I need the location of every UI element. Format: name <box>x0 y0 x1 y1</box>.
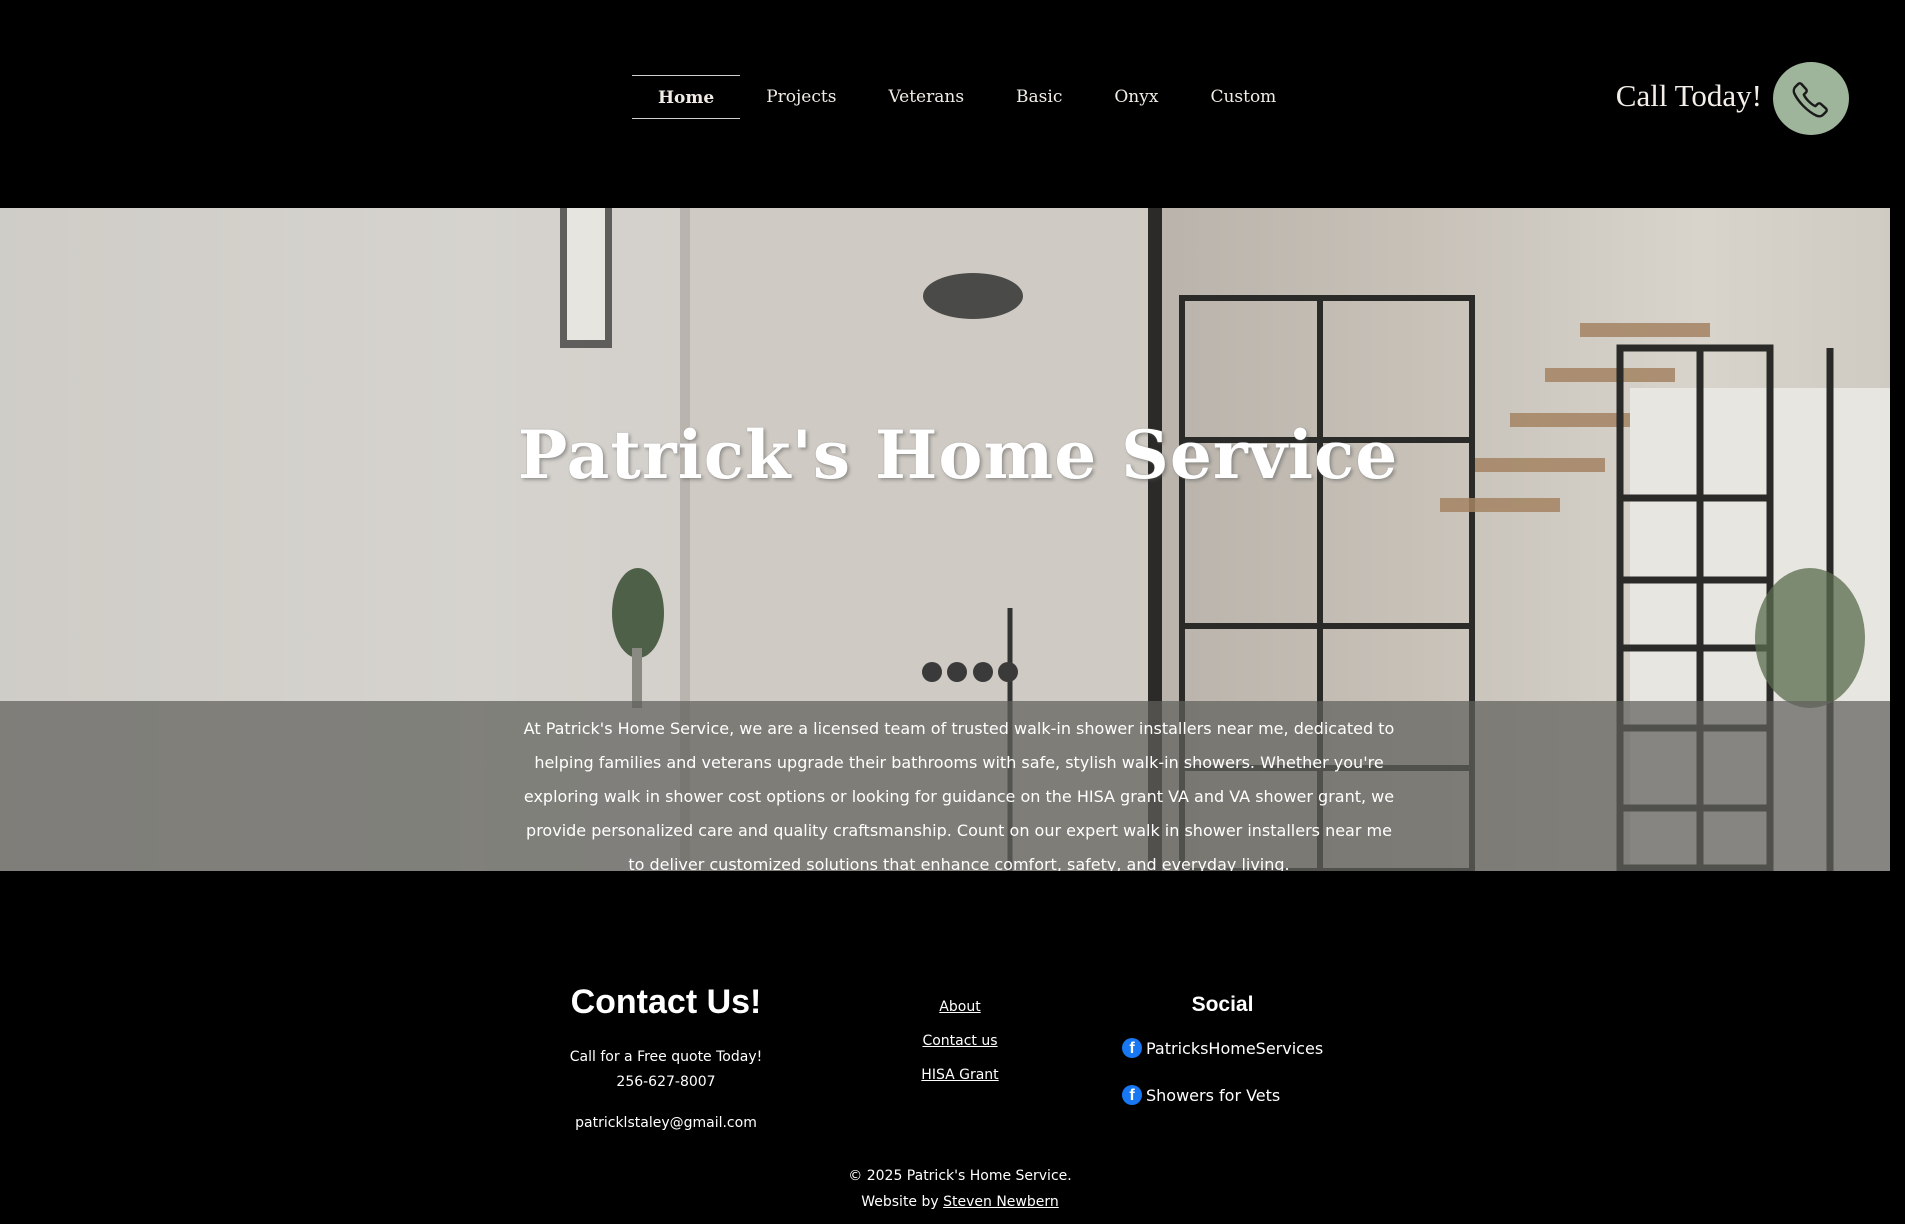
hero-title: Patrick's Home Service <box>517 416 1399 494</box>
about-link[interactable]: About <box>880 997 1040 1031</box>
copyright-text: © 2025 Patrick's Home Service. <box>848 1168 1072 1184</box>
facebook-icon: f <box>1122 1085 1142 1105</box>
contact-title: Contact Us! <box>570 983 762 1021</box>
main-nav: Home Projects Veterans Basic Onyx Custom <box>632 74 1302 120</box>
credit-line: Website by Steven Newbern <box>760 1189 1160 1215</box>
nav-item-onyx[interactable]: Onyx <box>1088 75 1184 119</box>
hisa-grant-link[interactable]: HISA Grant <box>880 1065 1040 1099</box>
credit-prefix: Website by <box>861 1194 939 1210</box>
site-header: Home Projects Veterans Basic Onyx Custom… <box>0 0 1905 208</box>
call-button[interactable] <box>1773 62 1849 135</box>
social-link-label: Showers for Vets <box>1146 1085 1281 1105</box>
phone-number[interactable]: 256-627-8007 <box>540 1074 792 1090</box>
nav-item-basic[interactable]: Basic <box>990 75 1088 119</box>
nav-item-custom[interactable]: Custom <box>1184 75 1302 119</box>
phone-icon <box>1792 81 1828 117</box>
hero-description: At Patrick's Home Service, we are a lice… <box>523 719 1395 871</box>
nav-item-home[interactable]: Home <box>632 75 741 119</box>
call-today-text: Call Today! <box>1615 78 1762 113</box>
social-title: Social <box>1191 993 1254 1016</box>
email-address[interactable]: patricklstaley@gmail.com <box>540 1115 792 1131</box>
free-quote-text: Call for a Free quote Today! <box>569 1049 763 1065</box>
hero-section: Patrick's Home Service At Patrick's Home… <box>0 208 1890 871</box>
social-link-showers-for-vets[interactable]: f Showers for Vets <box>1122 1085 1280 1105</box>
copyright-block: © 2025 Patrick's Home Service. Website b… <box>760 1163 1160 1215</box>
social-link-label: PatricksHomeServices <box>1146 1038 1324 1058</box>
nav-item-projects[interactable]: Projects <box>740 75 862 119</box>
footer-links: About Contact us HISA Grant <box>880 997 1040 1099</box>
facebook-icon: f <box>1122 1038 1142 1058</box>
credit-link[interactable]: Steven Newbern <box>943 1194 1059 1210</box>
site-footer: Contact Us! Call for a Free quote Today!… <box>0 871 1905 1224</box>
contact-us-link[interactable]: Contact us <box>880 1031 1040 1065</box>
social-link-patricks-home-services[interactable]: f PatricksHomeServices <box>1122 1038 1323 1058</box>
nav-item-veterans[interactable]: Veterans <box>862 75 990 119</box>
